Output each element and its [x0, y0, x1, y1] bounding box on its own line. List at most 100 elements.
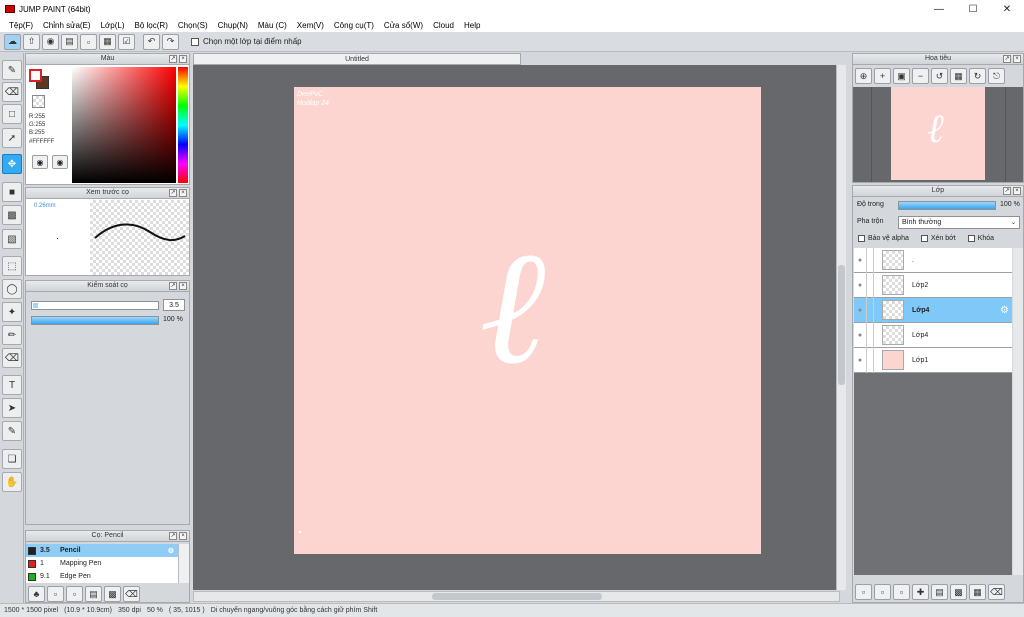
eye-icon[interactable]: ●: [854, 307, 866, 314]
eraser-tool-icon[interactable]: ⌫: [2, 82, 22, 102]
panel-close-icon[interactable]: ×: [1013, 55, 1021, 63]
layer-edit-column[interactable]: [866, 322, 874, 348]
menu-window[interactable]: Cửa sổ(W): [379, 21, 428, 30]
layer-edit-column[interactable]: [866, 297, 874, 323]
maximize-button[interactable]: ☐: [956, 0, 990, 18]
layer-row[interactable]: ● Lớp2: [854, 272, 1012, 298]
merge-layer-icon[interactable]: ▦: [969, 584, 986, 600]
menu-select[interactable]: Chọn(S): [173, 21, 213, 30]
duplicate-layer-icon[interactable]: ▩: [950, 584, 967, 600]
select-pen-tool-icon[interactable]: ✏: [2, 325, 22, 345]
layer-effect-icon[interactable]: ✚: [912, 584, 929, 600]
palette-icon[interactable]: ◉: [32, 155, 48, 169]
brush-list-scrollbar[interactable]: [178, 544, 189, 583]
panel-float-icon[interactable]: ↗: [1003, 187, 1011, 195]
panel-float-icon[interactable]: ↗: [169, 532, 177, 540]
brush-list-item[interactable]: 1 Mapping Pen: [26, 557, 178, 570]
brush-duplicate-icon[interactable]: ▩: [104, 586, 121, 602]
layer-edit-column[interactable]: [866, 247, 874, 273]
layer-row[interactable]: ● Lớp4: [854, 322, 1012, 348]
blur-tool-icon[interactable]: ✎: [2, 421, 22, 441]
cloud-sync-icon[interactable]: ☁: [4, 33, 21, 50]
page-icon[interactable]: ▫: [80, 33, 97, 50]
panel-close-icon[interactable]: ×: [179, 55, 187, 63]
menu-tools[interactable]: Công cụ(T): [329, 21, 379, 30]
gear-icon[interactable]: ⚙: [1000, 305, 1009, 316]
menu-color[interactable]: Màu (C): [253, 21, 292, 30]
comment-icon[interactable]: ◉: [42, 33, 59, 50]
clipping-checkbox[interactable]: [920, 235, 928, 242]
layer-folder-icon[interactable]: ▤: [931, 584, 948, 600]
panel-close-icon[interactable]: ×: [1013, 187, 1021, 195]
grid-icon[interactable]: ▦: [99, 33, 116, 50]
layer-row[interactable]: ● Lớp1: [854, 347, 1012, 373]
minimize-button[interactable]: —: [922, 0, 956, 18]
document-tab[interactable]: Untitled: [193, 53, 521, 65]
layer-opacity-slider[interactable]: [898, 201, 996, 210]
magic-wand-tool-icon[interactable]: ✦: [2, 302, 22, 322]
navigator-preview[interactable]: ℓ: [853, 87, 1023, 182]
artboard[interactable]: DeePvC Hoàlap 24 ℓ: [294, 87, 761, 554]
brush-size-input[interactable]: 3.5: [163, 299, 185, 311]
vertical-scroll-thumb[interactable]: [838, 265, 845, 385]
hue-slider[interactable]: [178, 67, 188, 183]
menu-view[interactable]: Xem(V): [292, 21, 329, 30]
redo-icon[interactable]: ↷: [162, 33, 179, 50]
layer-row[interactable]: ●.: [854, 247, 1012, 273]
rotate-right-icon[interactable]: ↻: [969, 68, 986, 84]
gradient-tool-icon[interactable]: ▧: [2, 229, 22, 249]
new-tone-layer-icon[interactable]: ▫: [893, 584, 910, 600]
brush-new-icon[interactable]: ▫: [47, 586, 64, 602]
panel-float-icon[interactable]: ↗: [169, 189, 177, 197]
zoom-in-icon[interactable]: +: [874, 68, 891, 84]
transparent-color-swatch[interactable]: [32, 95, 45, 108]
pen-tool-icon[interactable]: ✎: [2, 60, 22, 80]
zoom-fit-icon[interactable]: ⊕: [855, 68, 872, 84]
new-layer-icon[interactable]: ▫: [855, 584, 872, 600]
menu-filter[interactable]: Bộ lọc(R): [130, 21, 173, 30]
panel-float-icon[interactable]: ↗: [169, 55, 177, 63]
menu-cloud[interactable]: Cloud: [428, 21, 459, 30]
brush-copy-icon[interactable]: ▫: [66, 586, 83, 602]
panel-float-icon[interactable]: ↗: [169, 282, 177, 290]
fill-rect-tool-icon[interactable]: ■: [2, 182, 22, 202]
operation-tool-icon[interactable]: ➤: [2, 398, 22, 418]
delete-layer-icon[interactable]: ⌫: [988, 584, 1005, 600]
eyedropper-tool-icon[interactable]: ❏: [2, 449, 22, 469]
color-picker-icon[interactable]: ◉: [52, 155, 68, 169]
blend-mode-select[interactable]: Bình thường ⌄: [898, 216, 1020, 229]
brush-add-icon[interactable]: ♣: [28, 586, 45, 602]
eye-icon[interactable]: ●: [854, 257, 866, 264]
speech-icon[interactable]: ▤: [61, 33, 78, 50]
brush-list-item[interactable]: 3.5 Pencil ⚙: [26, 544, 178, 557]
brush-list-item[interactable]: 9.1 Edge Pen: [26, 570, 178, 583]
select-layer-checkbox[interactable]: [191, 37, 199, 46]
share-icon[interactable]: ⇧: [23, 33, 40, 50]
main-color-swatch[interactable]: [29, 69, 42, 82]
brush-size-slider[interactable]: [31, 301, 159, 310]
zoom-out-icon[interactable]: −: [912, 68, 929, 84]
layer-edit-column[interactable]: [866, 347, 874, 373]
eye-icon[interactable]: ●: [854, 282, 866, 289]
rotate-reset-icon[interactable]: ⎋: [988, 68, 1005, 84]
horizontal-scroll-thumb[interactable]: [432, 593, 602, 600]
bucket-tool-icon[interactable]: ▩: [2, 205, 22, 225]
eye-icon[interactable]: ●: [854, 357, 866, 364]
flip-icon[interactable]: ▦: [950, 68, 967, 84]
shape-tool-icon[interactable]: □: [2, 104, 22, 124]
canvas-vertical-scrollbar[interactable]: [836, 65, 846, 590]
layer-list-scrollbar[interactable]: [1013, 248, 1023, 575]
checklist-icon[interactable]: ☑: [118, 33, 135, 50]
panel-close-icon[interactable]: ×: [179, 189, 187, 197]
brush-folder-icon[interactable]: ▤: [85, 586, 102, 602]
zoom-actual-icon[interactable]: ▣: [893, 68, 910, 84]
canvas-horizontal-scrollbar[interactable]: [193, 591, 840, 602]
lock-checkbox[interactable]: [967, 235, 975, 242]
rotate-left-icon[interactable]: ↺: [931, 68, 948, 84]
rect-select-tool-icon[interactable]: ⬚: [2, 256, 22, 276]
menu-file[interactable]: Tệp(F): [4, 21, 38, 30]
saturation-value-picker[interactable]: [72, 67, 176, 183]
new-raster-layer-icon[interactable]: ▫: [874, 584, 891, 600]
protect-alpha-checkbox[interactable]: [858, 235, 865, 242]
menu-layer[interactable]: Lớp(L): [96, 21, 130, 30]
